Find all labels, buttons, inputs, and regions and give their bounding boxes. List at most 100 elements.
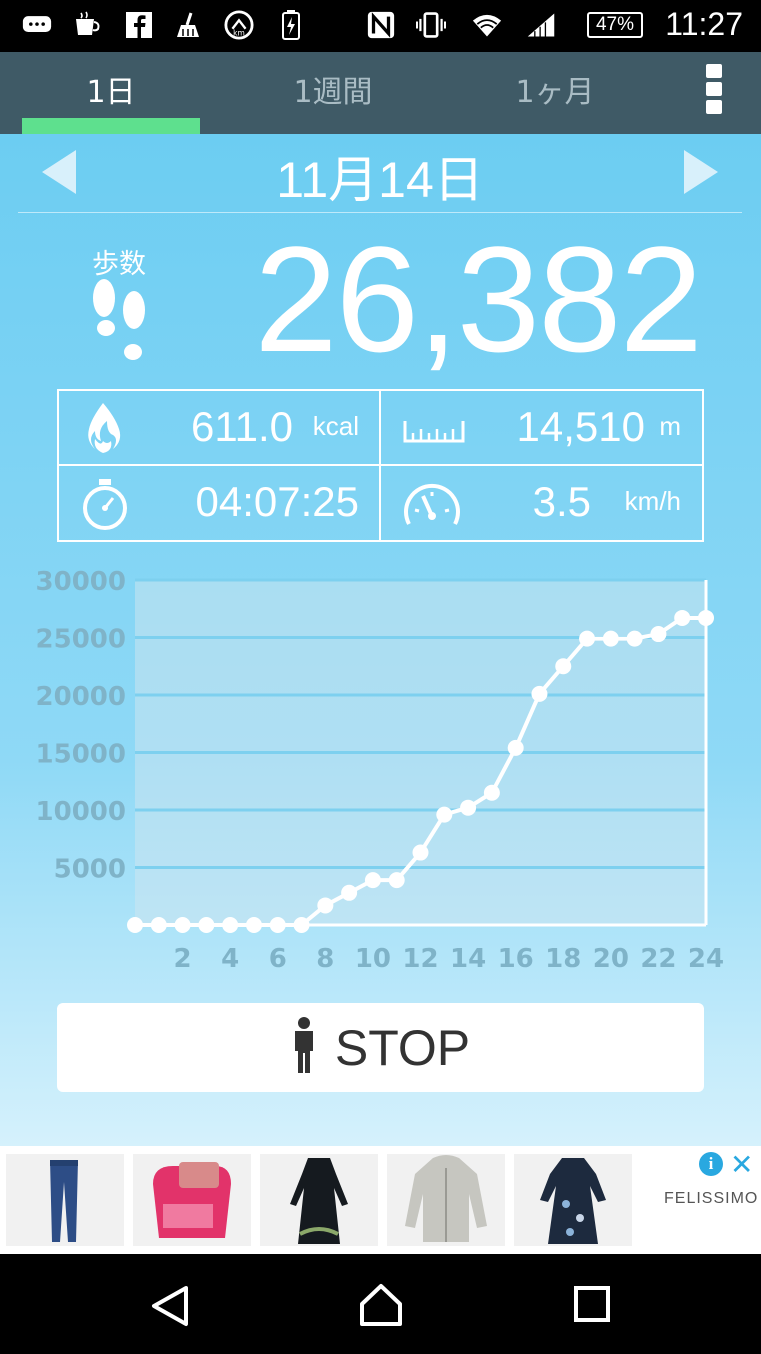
speed-cell: 3.5 km/h — [381, 466, 701, 540]
x-tick-label: 18 — [545, 944, 581, 974]
battery-indicator: 47% — [587, 12, 643, 38]
status-bar: km 47% 11:27 — [0, 0, 761, 52]
ad-banner[interactable]: i ✕ FELISSIMO — [0, 1146, 761, 1254]
data-point — [127, 917, 143, 933]
speedometer-icon — [401, 480, 463, 534]
data-point — [531, 685, 548, 702]
data-point — [293, 917, 310, 933]
tab-week[interactable]: 1週間 — [240, 64, 426, 114]
data-point — [269, 917, 286, 933]
wifi-icon — [472, 10, 502, 40]
distance-unit: m — [659, 411, 681, 441]
date-navigator: 11月14日 — [18, 134, 742, 213]
speed-unit: km/h — [624, 486, 681, 516]
facebook-icon — [124, 10, 154, 40]
y-tick-label: 15000 — [36, 740, 126, 770]
data-point — [198, 917, 215, 933]
data-point — [626, 630, 643, 647]
floral-dress-image[interactable] — [514, 1154, 632, 1246]
data-point — [555, 658, 572, 675]
ad-brand-logo: FELISSIMO — [664, 1190, 759, 1207]
data-point — [579, 630, 596, 647]
speedometer-icon: km — [224, 10, 254, 40]
flame-icon — [81, 401, 125, 459]
calories-unit: kcal — [312, 411, 359, 441]
data-point — [698, 609, 714, 626]
pink-bag-image[interactable] — [133, 1154, 251, 1246]
data-point — [436, 806, 453, 823]
broom-icon — [174, 10, 204, 40]
distance-cell: 14,510 m — [381, 391, 701, 465]
data-point — [174, 917, 191, 933]
coffee-icon — [72, 10, 102, 40]
y-tick-label: 25000 — [36, 625, 126, 655]
current-date: 11月14日 — [276, 152, 484, 208]
gray-hoodie-image[interactable] — [387, 1154, 505, 1246]
svg-text:km: km — [233, 28, 245, 37]
next-day-arrow-icon[interactable] — [684, 150, 718, 194]
ruler-icon — [403, 415, 465, 449]
back-icon[interactable] — [146, 1280, 196, 1330]
x-tick-label: 24 — [688, 944, 724, 974]
data-point — [674, 609, 691, 626]
data-point — [364, 872, 381, 889]
data-point — [507, 739, 524, 756]
data-point — [412, 844, 429, 861]
x-tick-label: 22 — [640, 944, 676, 974]
signal-icon — [526, 10, 556, 40]
footprints-icon — [88, 276, 158, 366]
calories-value: 611.0 — [191, 403, 293, 450]
main-content: 11月14日 歩数 26,382 611.0 kcal 14,510 m 04:… — [0, 134, 761, 1146]
tab-month[interactable]: 1ヶ月 — [462, 64, 648, 114]
x-tick-label: 2 — [174, 944, 192, 974]
overflow-menu-button[interactable] — [700, 64, 728, 120]
speed-value: 3.5 — [532, 478, 591, 525]
data-point — [650, 626, 667, 643]
elapsed-time-value: 04:07:25 — [195, 478, 360, 525]
x-tick-label: 6 — [269, 944, 287, 974]
step-count: 26,382 — [254, 215, 703, 383]
y-tick-label: 5000 — [54, 855, 126, 885]
navigation-bar — [0, 1254, 761, 1354]
data-point — [222, 917, 239, 933]
stats-grid: 611.0 kcal 14,510 m 04:07:25 3.5 km/h — [57, 389, 704, 542]
x-tick-label: 14 — [450, 944, 486, 974]
steps-line-chart: 300002500020000150001000050002 4 6 8 10 12 14 1… — [36, 567, 725, 974]
stopwatch-icon — [79, 478, 131, 536]
person-icon — [291, 1016, 317, 1079]
x-tick-label: 4 — [221, 944, 239, 974]
black-dress-image[interactable] — [260, 1154, 378, 1246]
stop-button[interactable]: STOP — [57, 1003, 704, 1092]
x-tick-label: 10 — [355, 944, 391, 974]
data-point — [150, 917, 167, 933]
stop-label: STOP — [334, 1019, 471, 1076]
y-tick-label: 30000 — [36, 567, 126, 597]
data-point — [245, 917, 262, 933]
jeans-image[interactable] — [6, 1154, 124, 1246]
close-icon[interactable]: ✕ — [730, 1148, 753, 1181]
tab-day[interactable]: 1日 — [22, 64, 200, 114]
vibrate-icon — [416, 10, 446, 40]
data-point — [460, 799, 477, 816]
adchoices-icon[interactable]: i — [699, 1152, 723, 1176]
distance-value: 14,510 — [516, 403, 645, 450]
x-tick-label: 16 — [498, 944, 534, 974]
data-point — [341, 884, 358, 901]
data-point — [483, 784, 500, 801]
data-point — [317, 897, 334, 914]
recents-icon[interactable] — [568, 1280, 618, 1330]
y-tick-label: 10000 — [36, 797, 126, 827]
home-icon[interactable] — [356, 1280, 406, 1330]
chat-icon — [22, 10, 52, 40]
data-point — [602, 630, 619, 647]
clock: 11:27 — [665, 6, 743, 42]
x-tick-label: 8 — [316, 944, 334, 974]
x-tick-label: 12 — [402, 944, 438, 974]
time-cell: 04:07:25 — [59, 466, 379, 540]
y-tick-label: 20000 — [36, 682, 126, 712]
battery-charging-icon — [276, 10, 306, 40]
x-tick-label: 20 — [593, 944, 629, 974]
data-point — [388, 872, 405, 889]
calories-cell: 611.0 kcal — [59, 391, 379, 465]
active-tab-indicator — [22, 118, 200, 134]
